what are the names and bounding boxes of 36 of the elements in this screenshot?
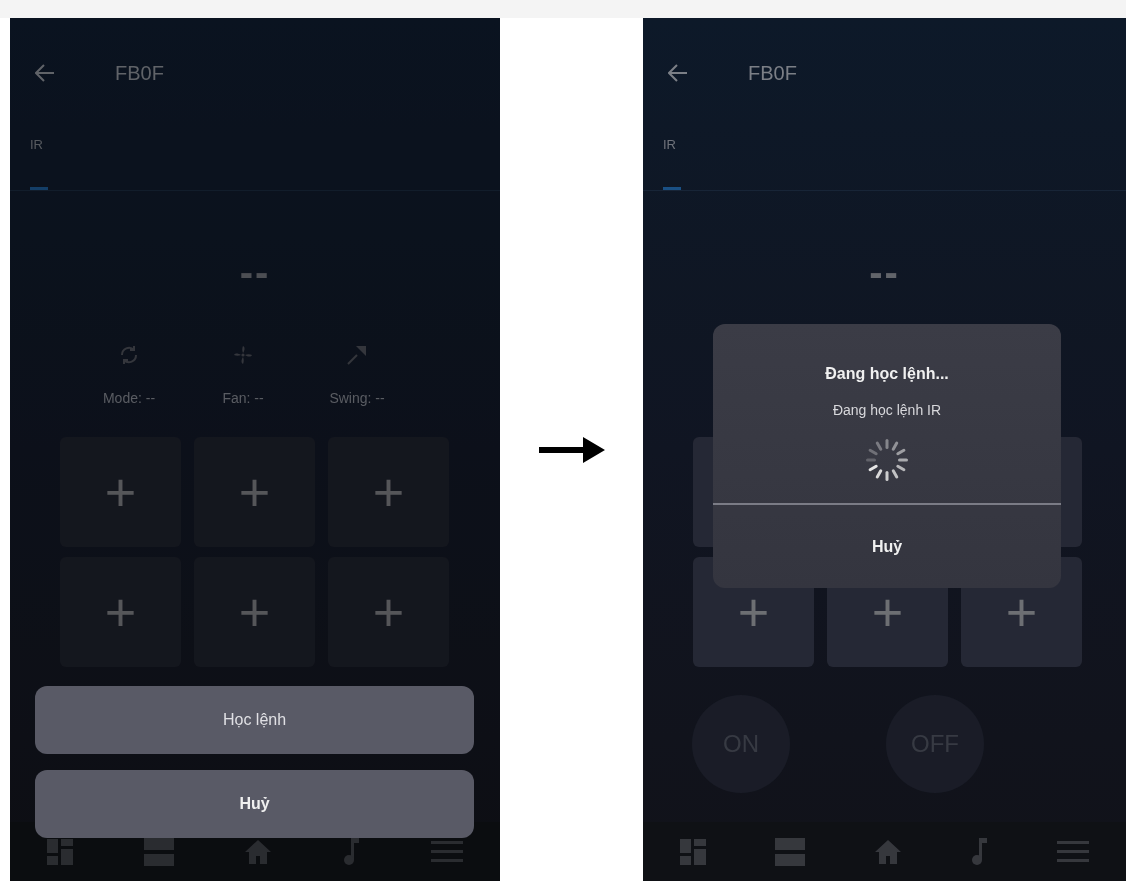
rows-icon[interactable] bbox=[144, 837, 174, 866]
screen-title: FB0F bbox=[115, 61, 164, 86]
add-key-button[interactable]: + bbox=[60, 557, 181, 667]
rows-icon[interactable] bbox=[775, 837, 806, 866]
fan-icon bbox=[232, 344, 254, 366]
spinner-icon bbox=[865, 438, 909, 482]
cancel-button[interactable]: Huỷ bbox=[35, 770, 474, 838]
dashboard-icon[interactable] bbox=[47, 838, 73, 865]
add-key-button[interactable]: + bbox=[60, 437, 181, 547]
add-key-button[interactable]: + bbox=[194, 557, 315, 667]
home-icon[interactable] bbox=[245, 838, 271, 865]
home-icon[interactable] bbox=[874, 838, 901, 865]
temperature-reading: -- bbox=[869, 252, 900, 292]
mode-label: Fan: -- bbox=[222, 389, 264, 408]
screen-title: FB0F bbox=[748, 61, 797, 86]
mode-label: Mode: -- bbox=[102, 389, 156, 408]
arrow-icon bbox=[538, 436, 605, 463]
swing-icon bbox=[346, 344, 368, 366]
back-button[interactable] bbox=[35, 64, 55, 82]
temperature-reading: -- bbox=[239, 252, 271, 292]
menu-icon[interactable] bbox=[431, 840, 463, 863]
mode-label: Swing: -- bbox=[329, 389, 385, 408]
dialog-title: Đang học lệnh... bbox=[825, 364, 949, 384]
dialog-message: Đang học lệnh IR bbox=[832, 401, 942, 420]
add-key-button[interactable]: + bbox=[328, 557, 449, 667]
tab[interactable]: IR bbox=[663, 88, 681, 190]
add-key-button[interactable]: + bbox=[328, 437, 449, 547]
back-button[interactable] bbox=[668, 64, 688, 82]
learn-command-button[interactable]: Học lệnh bbox=[35, 686, 474, 754]
tab[interactable]: IR bbox=[30, 88, 48, 190]
mode-icon bbox=[118, 344, 140, 366]
music-note-icon[interactable] bbox=[342, 837, 360, 866]
add-key-button[interactable]: + bbox=[194, 437, 315, 547]
music-note-icon[interactable] bbox=[969, 837, 988, 866]
dashboard-icon[interactable] bbox=[680, 838, 706, 865]
menu-icon[interactable] bbox=[1057, 840, 1089, 863]
